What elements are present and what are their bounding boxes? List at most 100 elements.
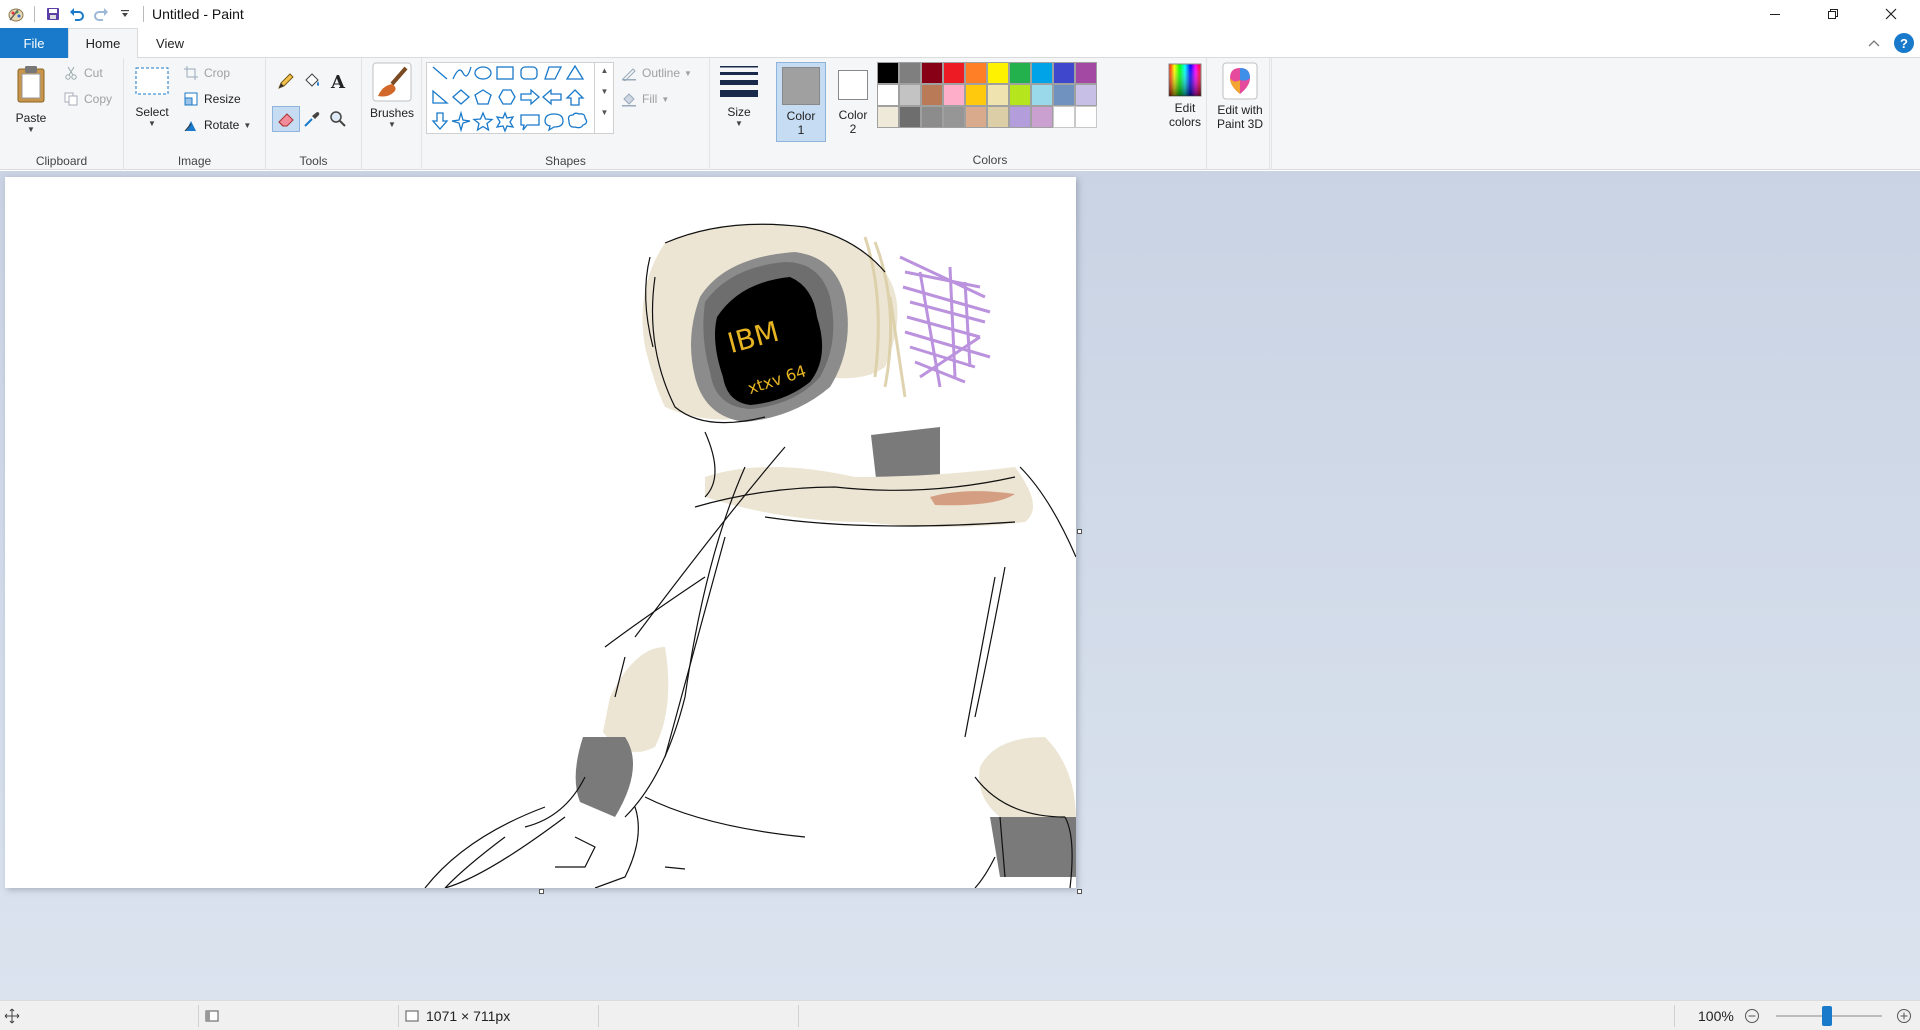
zoom-out-button[interactable] bbox=[1744, 1001, 1760, 1030]
help-icon[interactable]: ? bbox=[1894, 33, 1914, 53]
palette-swatch[interactable] bbox=[943, 84, 965, 106]
palette-swatch[interactable] bbox=[921, 106, 943, 128]
paste-button[interactable]: Paste ▼ bbox=[8, 64, 54, 134]
edit-colors-label-1: Edit bbox=[1174, 101, 1196, 115]
rotate-label: Rotate bbox=[204, 118, 240, 132]
color1-swatch bbox=[782, 67, 820, 105]
palette-swatch[interactable] bbox=[1075, 62, 1097, 84]
canvas-size-indicator: 1071 × 711px bbox=[404, 1001, 510, 1030]
drawing-canvas[interactable]: IBM xtxv 64 bbox=[5, 177, 1082, 894]
crop-button[interactable]: Crop bbox=[182, 62, 230, 84]
zoom-in-button[interactable] bbox=[1896, 1001, 1912, 1030]
status-bar: 1071 × 711px 100% bbox=[0, 1000, 1920, 1030]
copy-button[interactable]: Copy bbox=[62, 88, 112, 110]
palette-swatch[interactable] bbox=[921, 62, 943, 84]
palette-swatch[interactable] bbox=[899, 84, 921, 106]
resize-button[interactable]: Resize bbox=[182, 88, 241, 110]
resize-handle-bottom[interactable] bbox=[539, 889, 544, 894]
eraser-tool[interactable] bbox=[272, 106, 300, 132]
scroll-down-icon[interactable]: ▼ bbox=[595, 87, 614, 96]
palette-swatch[interactable] bbox=[1075, 84, 1097, 106]
magnifier-tool[interactable] bbox=[326, 108, 350, 130]
drawing: IBM xtxv 64 bbox=[424, 223, 1077, 889]
palette-swatch[interactable] bbox=[899, 62, 921, 84]
resize-handle-right[interactable] bbox=[1077, 529, 1082, 534]
palette-swatch[interactable] bbox=[965, 84, 987, 106]
cut-button[interactable]: Cut bbox=[62, 62, 103, 84]
text-tool[interactable]: A bbox=[326, 70, 350, 92]
palette-swatch[interactable] bbox=[1075, 106, 1097, 128]
edit-with-paint3d-button[interactable]: Edit with Paint 3D bbox=[1211, 62, 1269, 131]
palette-swatch[interactable] bbox=[877, 106, 899, 128]
palette-swatch[interactable] bbox=[1009, 84, 1031, 106]
palette-swatch[interactable] bbox=[1053, 84, 1075, 106]
color-spectrum-icon bbox=[1168, 63, 1202, 97]
customize-qat-icon[interactable] bbox=[113, 2, 137, 26]
ribbon: Paste ▼ Cut Copy Clipboard Select ▼ Crop… bbox=[0, 58, 1920, 170]
selection-size-icon bbox=[204, 1001, 220, 1030]
palette-swatch[interactable] bbox=[965, 106, 987, 128]
palette-swatch[interactable] bbox=[877, 84, 899, 106]
status-divider bbox=[598, 1005, 599, 1027]
paste-icon bbox=[17, 66, 45, 103]
palette-swatch[interactable] bbox=[943, 62, 965, 84]
save-icon[interactable] bbox=[41, 2, 65, 26]
title-bar: Untitled - Paint bbox=[0, 0, 1920, 28]
rotate-button[interactable]: Rotate ▼ bbox=[182, 114, 251, 136]
brushes-button[interactable]: Brushes ▼ bbox=[366, 62, 418, 129]
restore-button[interactable] bbox=[1804, 0, 1862, 28]
palette-swatch[interactable] bbox=[877, 62, 899, 84]
five-point-star-shape-icon bbox=[472, 111, 494, 132]
palette-swatch[interactable] bbox=[987, 84, 1009, 106]
palette-swatch[interactable] bbox=[987, 106, 1009, 128]
palette-swatch[interactable] bbox=[1031, 84, 1053, 106]
size-button[interactable]: Size ▼ bbox=[714, 64, 764, 128]
fill-button[interactable]: Fill ▼ bbox=[620, 88, 669, 110]
palette-swatch[interactable] bbox=[1031, 106, 1053, 128]
palette-swatch[interactable] bbox=[921, 84, 943, 106]
chevron-down-icon: ▼ bbox=[148, 119, 156, 128]
resize-label: Resize bbox=[204, 92, 241, 106]
expand-gallery-icon[interactable]: ▼ bbox=[595, 108, 614, 117]
window-controls bbox=[1746, 0, 1920, 28]
color-picker-tool[interactable] bbox=[300, 108, 324, 130]
resize-handle-corner[interactable] bbox=[1077, 889, 1082, 894]
zoom-slider-thumb[interactable] bbox=[1822, 1006, 1832, 1026]
palette-swatch[interactable] bbox=[1031, 62, 1053, 84]
outline-button[interactable]: Outline ▼ bbox=[620, 62, 692, 84]
close-button[interactable] bbox=[1862, 0, 1920, 28]
tab-home[interactable]: Home bbox=[68, 28, 138, 59]
color1-button[interactable]: Color 1 bbox=[776, 62, 826, 142]
palette-swatch[interactable] bbox=[987, 62, 1009, 84]
tab-view[interactable]: View bbox=[138, 28, 202, 58]
fill-tool[interactable] bbox=[300, 70, 324, 92]
color2-button[interactable]: Color 2 bbox=[828, 62, 878, 142]
select-button[interactable]: Select ▼ bbox=[132, 66, 172, 128]
palette-swatch[interactable] bbox=[899, 106, 921, 128]
shapes-gallery[interactable] bbox=[426, 62, 614, 134]
workspace: IBM xtxv 64 bbox=[0, 171, 1920, 1000]
palette-swatch[interactable] bbox=[965, 62, 987, 84]
redo-icon[interactable] bbox=[89, 2, 113, 26]
rounded-rectangle-shape-icon bbox=[520, 66, 538, 80]
palette-swatch[interactable] bbox=[1009, 62, 1031, 84]
tab-file[interactable]: File bbox=[0, 28, 68, 58]
palette-swatch[interactable] bbox=[1009, 106, 1031, 128]
chevron-down-icon: ▼ bbox=[388, 120, 396, 129]
undo-icon[interactable] bbox=[65, 2, 89, 26]
paint-app-icon[interactable] bbox=[4, 2, 28, 26]
palette-swatch[interactable] bbox=[943, 106, 965, 128]
minimize-button[interactable] bbox=[1746, 0, 1804, 28]
palette-swatch[interactable] bbox=[1053, 106, 1075, 128]
scroll-up-icon[interactable]: ▲ bbox=[595, 66, 614, 75]
collapse-ribbon-icon[interactable] bbox=[1868, 36, 1880, 50]
shapes-scroll[interactable]: ▲ ▼ ▼ bbox=[594, 62, 614, 134]
line-shape-icon bbox=[432, 66, 448, 80]
edit-colors-button[interactable]: Edit colors bbox=[1158, 62, 1212, 129]
pencil-tool[interactable] bbox=[274, 70, 298, 92]
eyedropper-icon bbox=[304, 112, 320, 127]
purple-scribble bbox=[899, 255, 991, 388]
copy-label: Copy bbox=[84, 92, 113, 106]
edit-colors-label-2: colors bbox=[1168, 115, 1201, 129]
palette-swatch[interactable] bbox=[1053, 62, 1075, 84]
